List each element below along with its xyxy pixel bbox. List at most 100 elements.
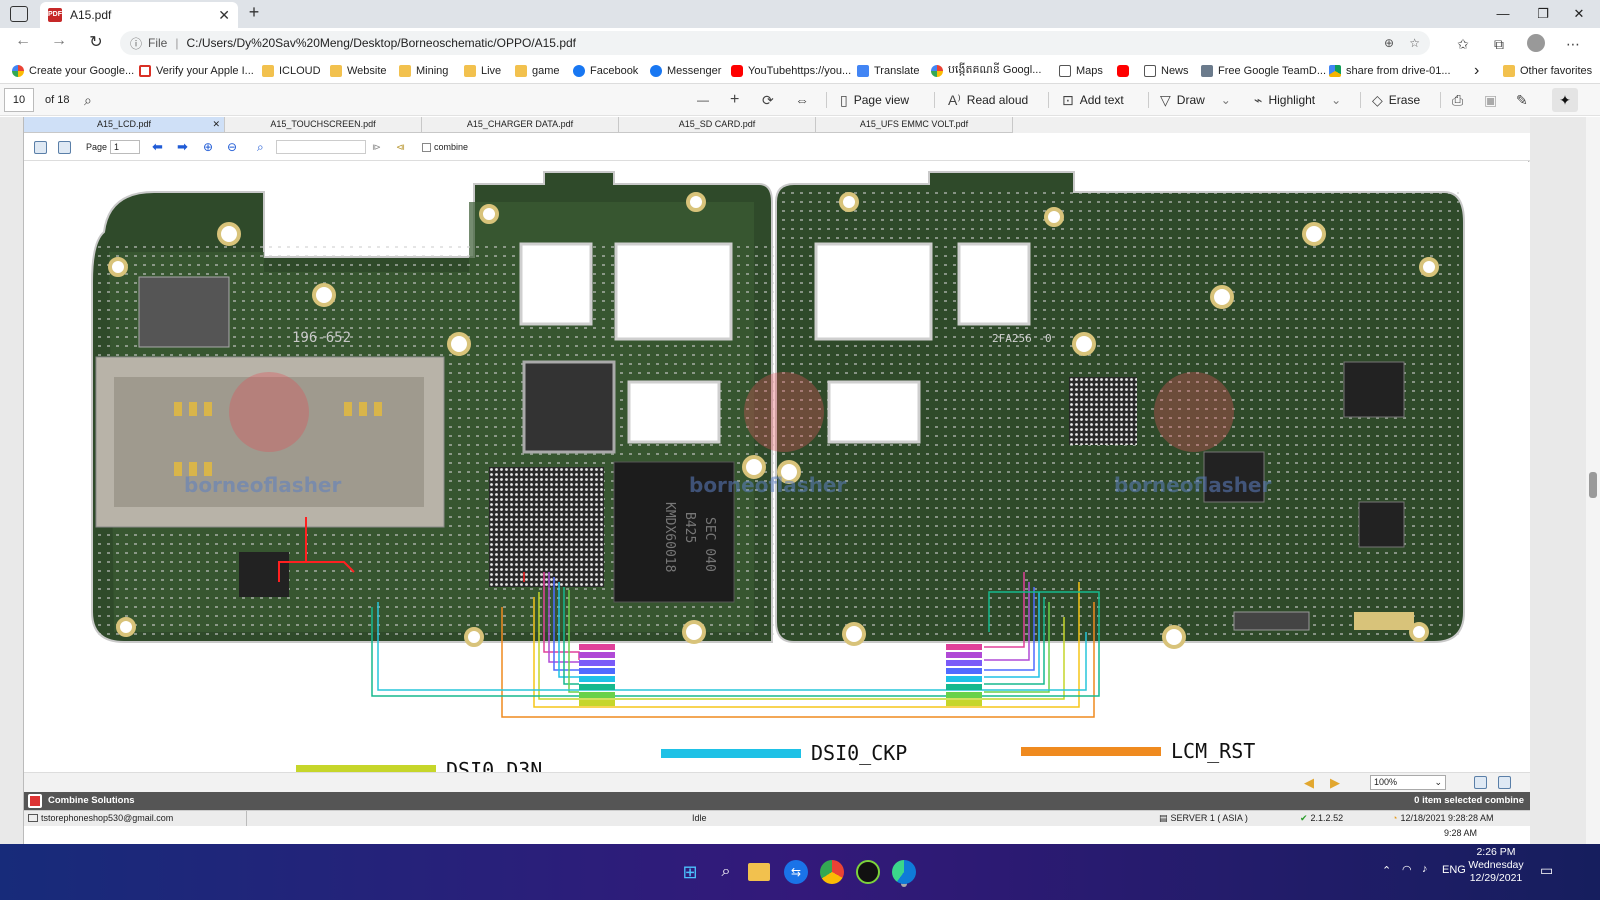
pin-toolbar-icon[interactable]: ✦ xyxy=(1552,88,1578,112)
folder-icon xyxy=(330,65,342,77)
tab-close-icon[interactable]: ✕ xyxy=(218,7,230,24)
start-icon[interactable]: ⊞ xyxy=(676,858,704,886)
draw-button[interactable]: ▽ Draw ⌄ xyxy=(1160,91,1231,109)
bookmark-item[interactable]: Maps xyxy=(1059,63,1103,79)
bookmark-item[interactable]: Free Google TeamD... xyxy=(1201,63,1326,79)
page-view-button[interactable]: ▯ Page view xyxy=(840,91,909,109)
file-tab[interactable]: A15_UFS EMMC VOLT.pdf xyxy=(816,117,1013,133)
file-tab[interactable]: A15_SD CARD.pdf xyxy=(619,117,816,133)
file-tab[interactable]: A15_LCD.pdf ✕ xyxy=(24,117,225,133)
pdf-page: A15_LCD.pdf ✕ A15_TOUCHSCREEN.pdf A15_CHA… xyxy=(23,117,1530,844)
other-favorites[interactable]: Other favorites xyxy=(1503,63,1592,79)
youtube-icon xyxy=(1117,65,1129,77)
file-explorer-icon[interactable] xyxy=(748,863,770,881)
highlight-button[interactable]: ⌁ Highlight ⌄ xyxy=(1254,91,1341,109)
page-input[interactable]: 1 xyxy=(110,140,140,154)
wifi-icon[interactable]: ◠ xyxy=(1402,863,1412,876)
zoom-icon[interactable]: ⊕ xyxy=(1384,36,1394,50)
bookmark-item[interactable] xyxy=(1117,63,1129,79)
close-window-button[interactable]: ✕ xyxy=(1556,0,1600,28)
next-page-icon[interactable]: ➡ xyxy=(177,139,188,154)
rotate-icon[interactable]: ⟳ xyxy=(762,91,774,109)
chrome-icon[interactable] xyxy=(820,860,844,884)
chevron-down-icon[interactable]: ⌄ xyxy=(1331,93,1341,107)
bookmarks-more-icon[interactable]: › xyxy=(1474,62,1479,79)
tool-icon[interactable] xyxy=(856,860,880,884)
combine-checkbox[interactable]: combine xyxy=(422,140,468,154)
zoom-out-button[interactable]: — xyxy=(697,91,709,109)
language-indicator[interactable]: ENG xyxy=(1442,864,1466,876)
teamviewer-icon[interactable]: ⇆ xyxy=(784,860,808,884)
bookmark-item[interactable]: Verify your Apple I... xyxy=(139,63,254,79)
legend-swatch-dsi0-ckp xyxy=(661,749,801,758)
refresh-icon[interactable]: ↻ xyxy=(83,32,109,52)
scrollbar-thumb[interactable] xyxy=(1589,472,1597,498)
favorite-star-icon[interactable]: ☆ xyxy=(1409,36,1420,50)
prev-page-arrow-icon[interactable]: ◀ xyxy=(1304,775,1314,791)
back-icon[interactable]: ← xyxy=(10,32,36,50)
search-icon[interactable]: ⌕ xyxy=(257,140,264,154)
zoom-in-button[interactable]: + xyxy=(730,91,739,109)
fit-width-icon[interactable] xyxy=(1474,776,1487,789)
file-tab[interactable]: A15_CHARGER DATA.pdf xyxy=(422,117,619,133)
page-view-icon: ▯ xyxy=(840,91,848,108)
bookmark-item[interactable]: YouTubehttps://you... xyxy=(731,63,851,79)
bookmark-item[interactable]: game xyxy=(515,63,560,79)
more-menu-icon[interactable]: ⋯ xyxy=(1562,33,1584,55)
copy-icon[interactable] xyxy=(58,140,71,154)
clock[interactable]: 2:26 PM Wednesday 12/29/2021 xyxy=(1466,846,1526,885)
page-number-input[interactable]: 10 xyxy=(4,88,34,112)
tray-chevron-icon[interactable]: ⌃ xyxy=(1382,864,1391,877)
mail-icon xyxy=(28,814,38,822)
bookmark-item[interactable]: Website xyxy=(330,63,387,79)
favorites-icon[interactable]: ✩ xyxy=(1452,33,1474,55)
save-as-icon[interactable]: ✎ xyxy=(1516,91,1528,109)
viewer-search-input[interactable] xyxy=(276,140,366,154)
print-icon[interactable]: ⎙ xyxy=(1452,91,1463,109)
zoom-out-icon[interactable]: ⊖ xyxy=(227,140,237,154)
find-next-icon[interactable]: ⧏ xyxy=(396,140,405,154)
bookmark-item[interactable]: News xyxy=(1144,63,1189,79)
browser-tab[interactable]: PDF A15.pdf ✕ xyxy=(40,2,238,28)
bookmark-item[interactable]: Mining xyxy=(399,63,448,79)
fit-icon[interactable] xyxy=(34,140,47,154)
search-icon[interactable]: ⌕ xyxy=(84,91,92,109)
zoom-in-icon[interactable]: ⊕ xyxy=(203,140,213,154)
chevron-down-icon[interactable]: ⌄ xyxy=(1221,93,1231,107)
forward-icon[interactable]: → xyxy=(46,32,72,50)
search-icon[interactable]: ⌕ xyxy=(712,858,740,886)
read-aloud-button[interactable]: A⁾ Read aloud xyxy=(948,91,1028,109)
notification-icon[interactable]: ▭ xyxy=(1540,862,1553,879)
bookmark-item[interactable]: Messenger xyxy=(650,63,721,79)
file-tab[interactable]: A15_TOUCHSCREEN.pdf xyxy=(225,117,422,133)
folder-icon xyxy=(262,65,274,77)
collections-icon[interactable]: ⧉ xyxy=(1488,33,1510,55)
bookmark-item[interactable]: ICLOUD xyxy=(262,63,321,79)
zoom-select[interactable]: 100% ⌄ xyxy=(1370,775,1446,790)
bookmark-item[interactable]: Facebook xyxy=(573,63,638,79)
vertical-scrollbar[interactable] xyxy=(1586,117,1600,844)
viewer-bottom-nav: ◀ ▶ 100% ⌄ xyxy=(24,772,1530,792)
erase-button[interactable]: ◇ Erase xyxy=(1372,91,1420,109)
edge-icon[interactable] xyxy=(892,860,916,884)
highlight-icon: ⌁ xyxy=(1254,91,1263,108)
bookmark-item[interactable]: Live xyxy=(464,63,501,79)
tab-actions-icon[interactable] xyxy=(10,6,28,22)
close-icon[interactable]: ✕ xyxy=(212,117,220,132)
new-tab-button[interactable]: + xyxy=(244,2,264,23)
fit-page-icon[interactable]: ⇔ xyxy=(795,91,809,109)
bookmark-item[interactable]: បង្កើតគណនី Googl... xyxy=(931,63,1041,79)
find-prev-icon[interactable]: ⧐ xyxy=(372,140,381,154)
bookmark-item[interactable]: Create your Google... xyxy=(12,63,134,79)
clock-icon: ◔ xyxy=(1392,813,1398,823)
bookmark-item[interactable]: share from drive-01... xyxy=(1329,63,1451,79)
profile-avatar[interactable] xyxy=(1527,34,1545,52)
save-icon[interactable]: ▣ xyxy=(1484,91,1497,109)
volume-icon[interactable]: ♪ xyxy=(1422,863,1428,875)
next-page-arrow-icon[interactable]: ▶ xyxy=(1330,775,1340,791)
bookmark-item[interactable]: Translate xyxy=(857,63,919,79)
fit-page-icon[interactable] xyxy=(1498,776,1511,789)
add-text-button[interactable]: ⊡ Add text xyxy=(1062,91,1124,109)
prev-page-icon[interactable]: ⬅ xyxy=(152,139,163,154)
address-bar[interactable]: ⓘ File | C:/Users/Dy%20Sav%20Meng/Deskto… xyxy=(120,31,1430,55)
